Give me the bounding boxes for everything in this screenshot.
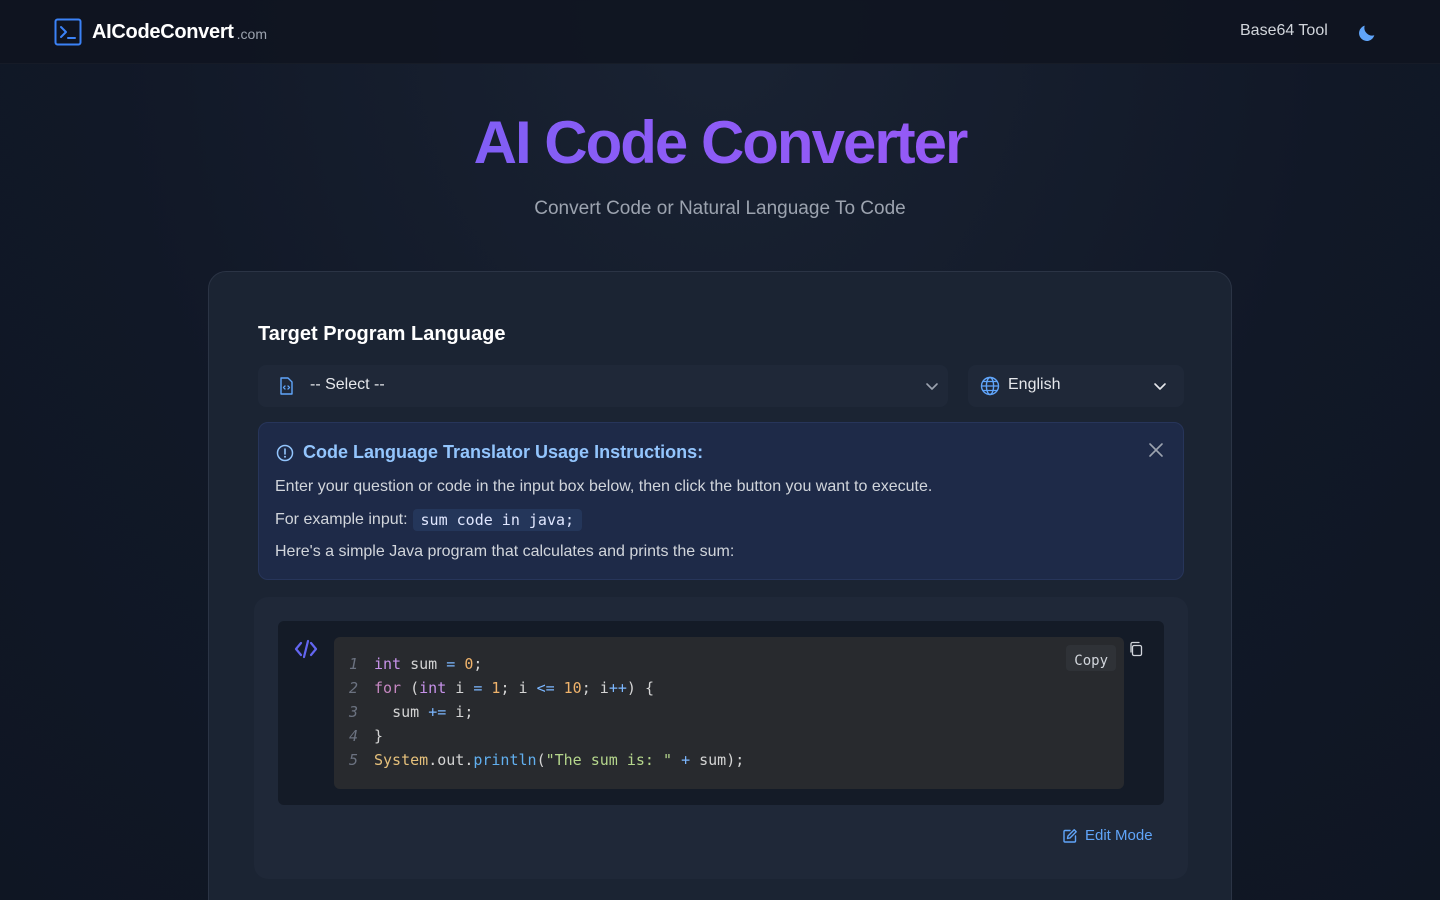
code-editor-frame: 1 int sum = 0; 2 for (int i = 1; i <= 10… [278,621,1164,805]
chevron-down-icon [926,383,938,390]
moon-icon[interactable] [1356,22,1378,44]
chevron-down-icon [1154,383,1166,390]
code-line: 4 } [334,724,1124,748]
target-language-value: -- Select -- [310,376,385,393]
code-line-text: int sum = 0; [374,655,483,673]
line-number: 2 [348,679,358,697]
brand-domain-suffix: .com [236,26,268,42]
converter-card: Target Program Language -- Select -- Eng… [208,271,1232,900]
code-line-text: sum += i; [392,703,474,721]
copy-button[interactable]: Copy [1066,645,1116,671]
info-icon [276,444,294,462]
top-navbar: AICodeConvert .com Base64 Tool [0,0,1440,64]
code-line: 2 for (int i = 1; i <= 10; i++) { [334,676,1124,700]
edit-mode-button[interactable]: Edit Mode [1062,827,1153,844]
brand-name: AICodeConvert [92,20,234,43]
target-language-label: Target Program Language [258,323,506,345]
instructions-line: Enter your question or code in the input… [275,478,933,495]
line-number: 1 [348,655,358,673]
code-line-text: System.out.println("The sum is: " + sum)… [374,751,745,769]
code-output[interactable]: 1 int sum = 0; 2 for (int i = 1; i <= 10… [334,637,1124,789]
instructions-title: Code Language Translator Usage Instructi… [303,442,704,462]
instructions-line: Here's a simple Java program that calcul… [275,543,735,560]
nav-link-base64-tool[interactable]: Base64 Tool [1240,22,1328,40]
terminal-icon [54,18,82,46]
code-panel: 1 int sum = 0; 2 for (int i = 1; i <= 10… [254,597,1188,879]
line-number: 4 [348,727,358,745]
output-language-select[interactable]: English [968,365,1184,407]
file-code-icon [280,377,293,395]
page-subtitle: Convert Code or Natural Language To Code [534,198,906,219]
brand-link[interactable]: AICodeConvert .com [54,18,267,46]
code-line: 5 System.out.println("The sum is: " + su… [334,748,1124,772]
code-line-text: for (int i = 1; i <= 10; i++) { [374,679,654,697]
example-code: sum code in java; [412,509,583,531]
target-language-select[interactable]: -- Select -- [258,365,948,407]
globe-icon [980,376,1000,396]
page-title: AI Code Converter [0,108,1440,177]
output-language-value: English [1008,376,1061,393]
close-icon[interactable] [1147,441,1165,459]
code-line-text: } [374,727,384,745]
example-label: For example input: [275,511,408,528]
usage-instructions-alert: Code Language Translator Usage Instructi… [258,422,1184,580]
edit-icon [1063,828,1077,843]
code-lines: 1 int sum = 0; 2 for (int i = 1; i <= 10… [334,652,1124,772]
line-number: 5 [348,751,358,769]
code-icon [294,639,318,659]
code-line: 1 int sum = 0; [334,652,1124,676]
instructions-example-line: For example input: sum code in java; [275,509,583,531]
clipboard-icon[interactable] [1128,641,1144,657]
line-number: 3 [348,703,358,721]
edit-mode-label: Edit Mode [1085,827,1153,844]
code-line: 3 sum += i; [334,700,1124,724]
